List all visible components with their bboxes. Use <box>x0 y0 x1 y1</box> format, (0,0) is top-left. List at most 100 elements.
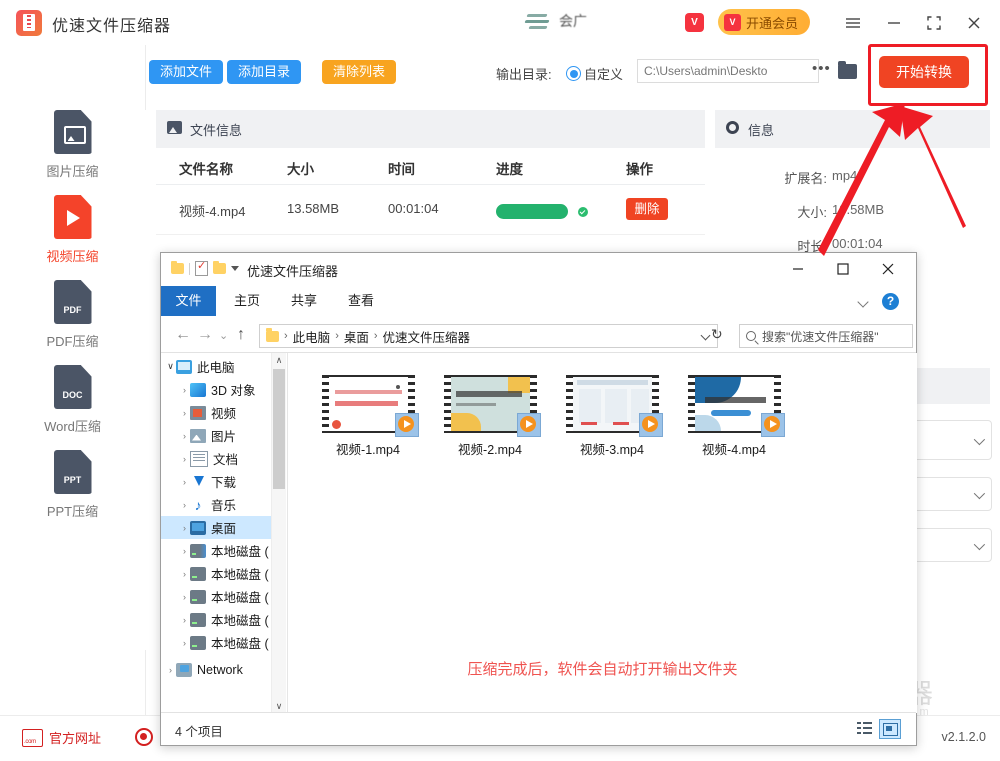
scroll-down-icon[interactable]: ∨ <box>272 699 286 713</box>
chevron-down-icon[interactable]: ∨ <box>165 361 176 372</box>
info-value: mp4 <box>832 168 857 183</box>
forward-icon[interactable]: → <box>197 326 213 344</box>
tree-item-disk-4[interactable]: › 本地磁盘 ( <box>161 608 286 631</box>
close-icon[interactable] <box>961 10 987 36</box>
app-title: 优速文件压缩器 <box>52 12 171 36</box>
tab-home[interactable]: 主页 <box>221 286 273 316</box>
recent-locations-icon[interactable]: ⌄ <box>219 329 228 342</box>
chevron-down-icon[interactable] <box>701 331 711 341</box>
maximize-icon[interactable] <box>921 10 947 36</box>
chevron-right-icon[interactable]: › <box>179 569 190 579</box>
explorer-minimize-icon[interactable] <box>783 257 813 281</box>
account-area[interactable]: 会广 <box>525 10 587 32</box>
explorer-maximize-icon[interactable] <box>828 257 858 281</box>
tree-item-downloads[interactable]: › 下载 <box>161 470 286 493</box>
tree-item-network[interactable]: › Network <box>161 658 286 681</box>
tree-item-3d-objects[interactable]: › 3D 对象 <box>161 378 286 401</box>
chevron-right-icon[interactable]: › <box>179 638 190 648</box>
tree-item-disk-1[interactable]: › 本地磁盘 ( <box>161 539 286 562</box>
chevron-right-icon[interactable]: › <box>179 431 190 441</box>
folder-icon[interactable] <box>171 263 184 274</box>
tree-item-music[interactable]: › ♪ 音乐 <box>161 493 286 516</box>
info-panel-title: 信息 <box>748 120 774 139</box>
vip-badge-icon[interactable]: V <box>685 13 704 32</box>
chevron-right-icon[interactable]: › <box>179 408 190 418</box>
chevron-right-icon[interactable]: › <box>179 546 190 556</box>
minimize-icon[interactable] <box>881 10 907 36</box>
chevron-right-icon[interactable]: › <box>179 615 190 625</box>
add-directory-button[interactable]: 添加目录 <box>227 60 301 84</box>
tree-item-label: 音乐 <box>211 495 236 514</box>
row-delete-button[interactable]: 删除 <box>626 198 668 220</box>
row-file-name: 视频-4.mp4 <box>179 201 245 220</box>
help-icon[interactable]: ? <box>882 293 899 310</box>
tree-item-desktop[interactable]: › 桌面 <box>161 516 286 539</box>
table-row[interactable]: 视频-4.mp4 13.58MB 00:01:04 删除 <box>156 184 705 235</box>
tree-scrollbar[interactable]: ∧ ∨ <box>271 353 286 713</box>
list-item[interactable]: 视频-4.mp4 <box>674 375 794 458</box>
tree-item-documents[interactable]: › 文档 <box>161 447 286 470</box>
file-panel-title: 文件信息 <box>190 120 242 139</box>
custom-output-radio[interactable] <box>566 66 581 81</box>
breadcrumb-item-current[interactable]: 优速文件压缩器 <box>383 327 471 346</box>
sidebar-item-image[interactable]: 图片压缩 <box>0 110 145 180</box>
tree-item-pictures[interactable]: › 图片 <box>161 424 286 447</box>
chevron-down-icon[interactable] <box>231 266 239 271</box>
scroll-up-icon[interactable]: ∧ <box>272 353 286 367</box>
list-item[interactable]: 视频-1.mp4 <box>308 375 428 458</box>
chevron-right-icon[interactable]: › <box>165 665 176 675</box>
tree-item-disk-2[interactable]: › 本地磁盘 ( <box>161 562 286 585</box>
breadcrumb-item-computer[interactable]: 此电脑 <box>293 327 331 346</box>
back-icon[interactable]: ← <box>175 326 191 344</box>
open-vip-label: 开通会员 <box>746 13 798 32</box>
quick-access-toolbar[interactable] <box>171 261 239 276</box>
output-path-input[interactable]: C:\Users\admin\Deskto <box>637 59 819 83</box>
tree-item-label: 视频 <box>211 403 236 422</box>
open-vip-button[interactable]: V 开通会员 <box>718 9 810 35</box>
scrollbar-thumb[interactable] <box>273 369 285 489</box>
chevron-right-icon[interactable]: › <box>179 523 190 533</box>
tab-view[interactable]: 查看 <box>335 286 387 316</box>
qq-button[interactable] <box>135 728 153 746</box>
open-folder-icon[interactable] <box>838 64 857 79</box>
tab-share[interactable]: 共享 <box>278 286 330 316</box>
tree-item-disk-5[interactable]: › 本地磁盘 ( <box>161 631 286 654</box>
chevron-right-icon[interactable]: › <box>179 454 190 464</box>
chevron-down-icon[interactable] <box>857 296 868 307</box>
list-view-icon[interactable] <box>855 719 875 737</box>
search-input[interactable]: 搜索"优速文件压缩器" <box>739 324 913 348</box>
clear-list-button[interactable]: 清除列表 <box>322 60 396 84</box>
tree-item-disk-3[interactable]: › 本地磁盘 ( <box>161 585 286 608</box>
add-file-button[interactable]: 添加文件 <box>149 60 223 84</box>
tree-item-label: 3D 对象 <box>211 380 255 399</box>
search-icon <box>746 331 756 341</box>
info-value: 13.58MB <box>832 202 884 217</box>
up-icon[interactable]: ↑ <box>237 326 245 344</box>
refresh-icon[interactable]: ↻ <box>711 326 723 343</box>
breadcrumb-item-desktop[interactable]: 桌面 <box>344 327 369 346</box>
browse-dots-button[interactable]: ••• <box>812 60 831 77</box>
row-complete-check-icon <box>578 207 588 217</box>
large-icon-view-icon[interactable] <box>879 719 901 739</box>
explorer-close-icon[interactable] <box>873 257 903 281</box>
list-item[interactable]: 视频-3.mp4 <box>552 375 672 458</box>
chevron-right-icon[interactable]: › <box>179 592 190 602</box>
tree-item-label: 本地磁盘 ( <box>211 610 269 629</box>
menu-icon[interactable] <box>840 10 866 36</box>
chevron-right-icon[interactable]: › <box>179 500 190 510</box>
file-info-icon <box>167 121 182 134</box>
new-folder-icon[interactable] <box>213 263 226 274</box>
sidebar-item-word[interactable]: DOC Word压缩 <box>0 365 145 435</box>
chevron-right-icon[interactable]: › <box>179 477 190 487</box>
sidebar-item-video[interactable]: 视频压缩 <box>0 195 145 265</box>
properties-icon[interactable] <box>195 261 208 276</box>
breadcrumb[interactable]: › 此电脑 › 桌面 › 优速文件压缩器 <box>259 324 718 348</box>
sidebar-item-pdf[interactable]: PDF PDF压缩 <box>0 280 145 350</box>
tree-item-videos[interactable]: › 视频 <box>161 401 286 424</box>
tab-file[interactable]: 文件 <box>161 286 216 316</box>
sidebar-item-ppt[interactable]: PPT PPT压缩 <box>0 450 145 520</box>
official-site-button[interactable]: .com 官方网址 <box>22 728 101 747</box>
chevron-right-icon[interactable]: › <box>179 385 190 395</box>
list-item[interactable]: 视频-2.mp4 <box>430 375 550 458</box>
tree-item-computer[interactable]: ∨ 此电脑 <box>161 355 286 378</box>
